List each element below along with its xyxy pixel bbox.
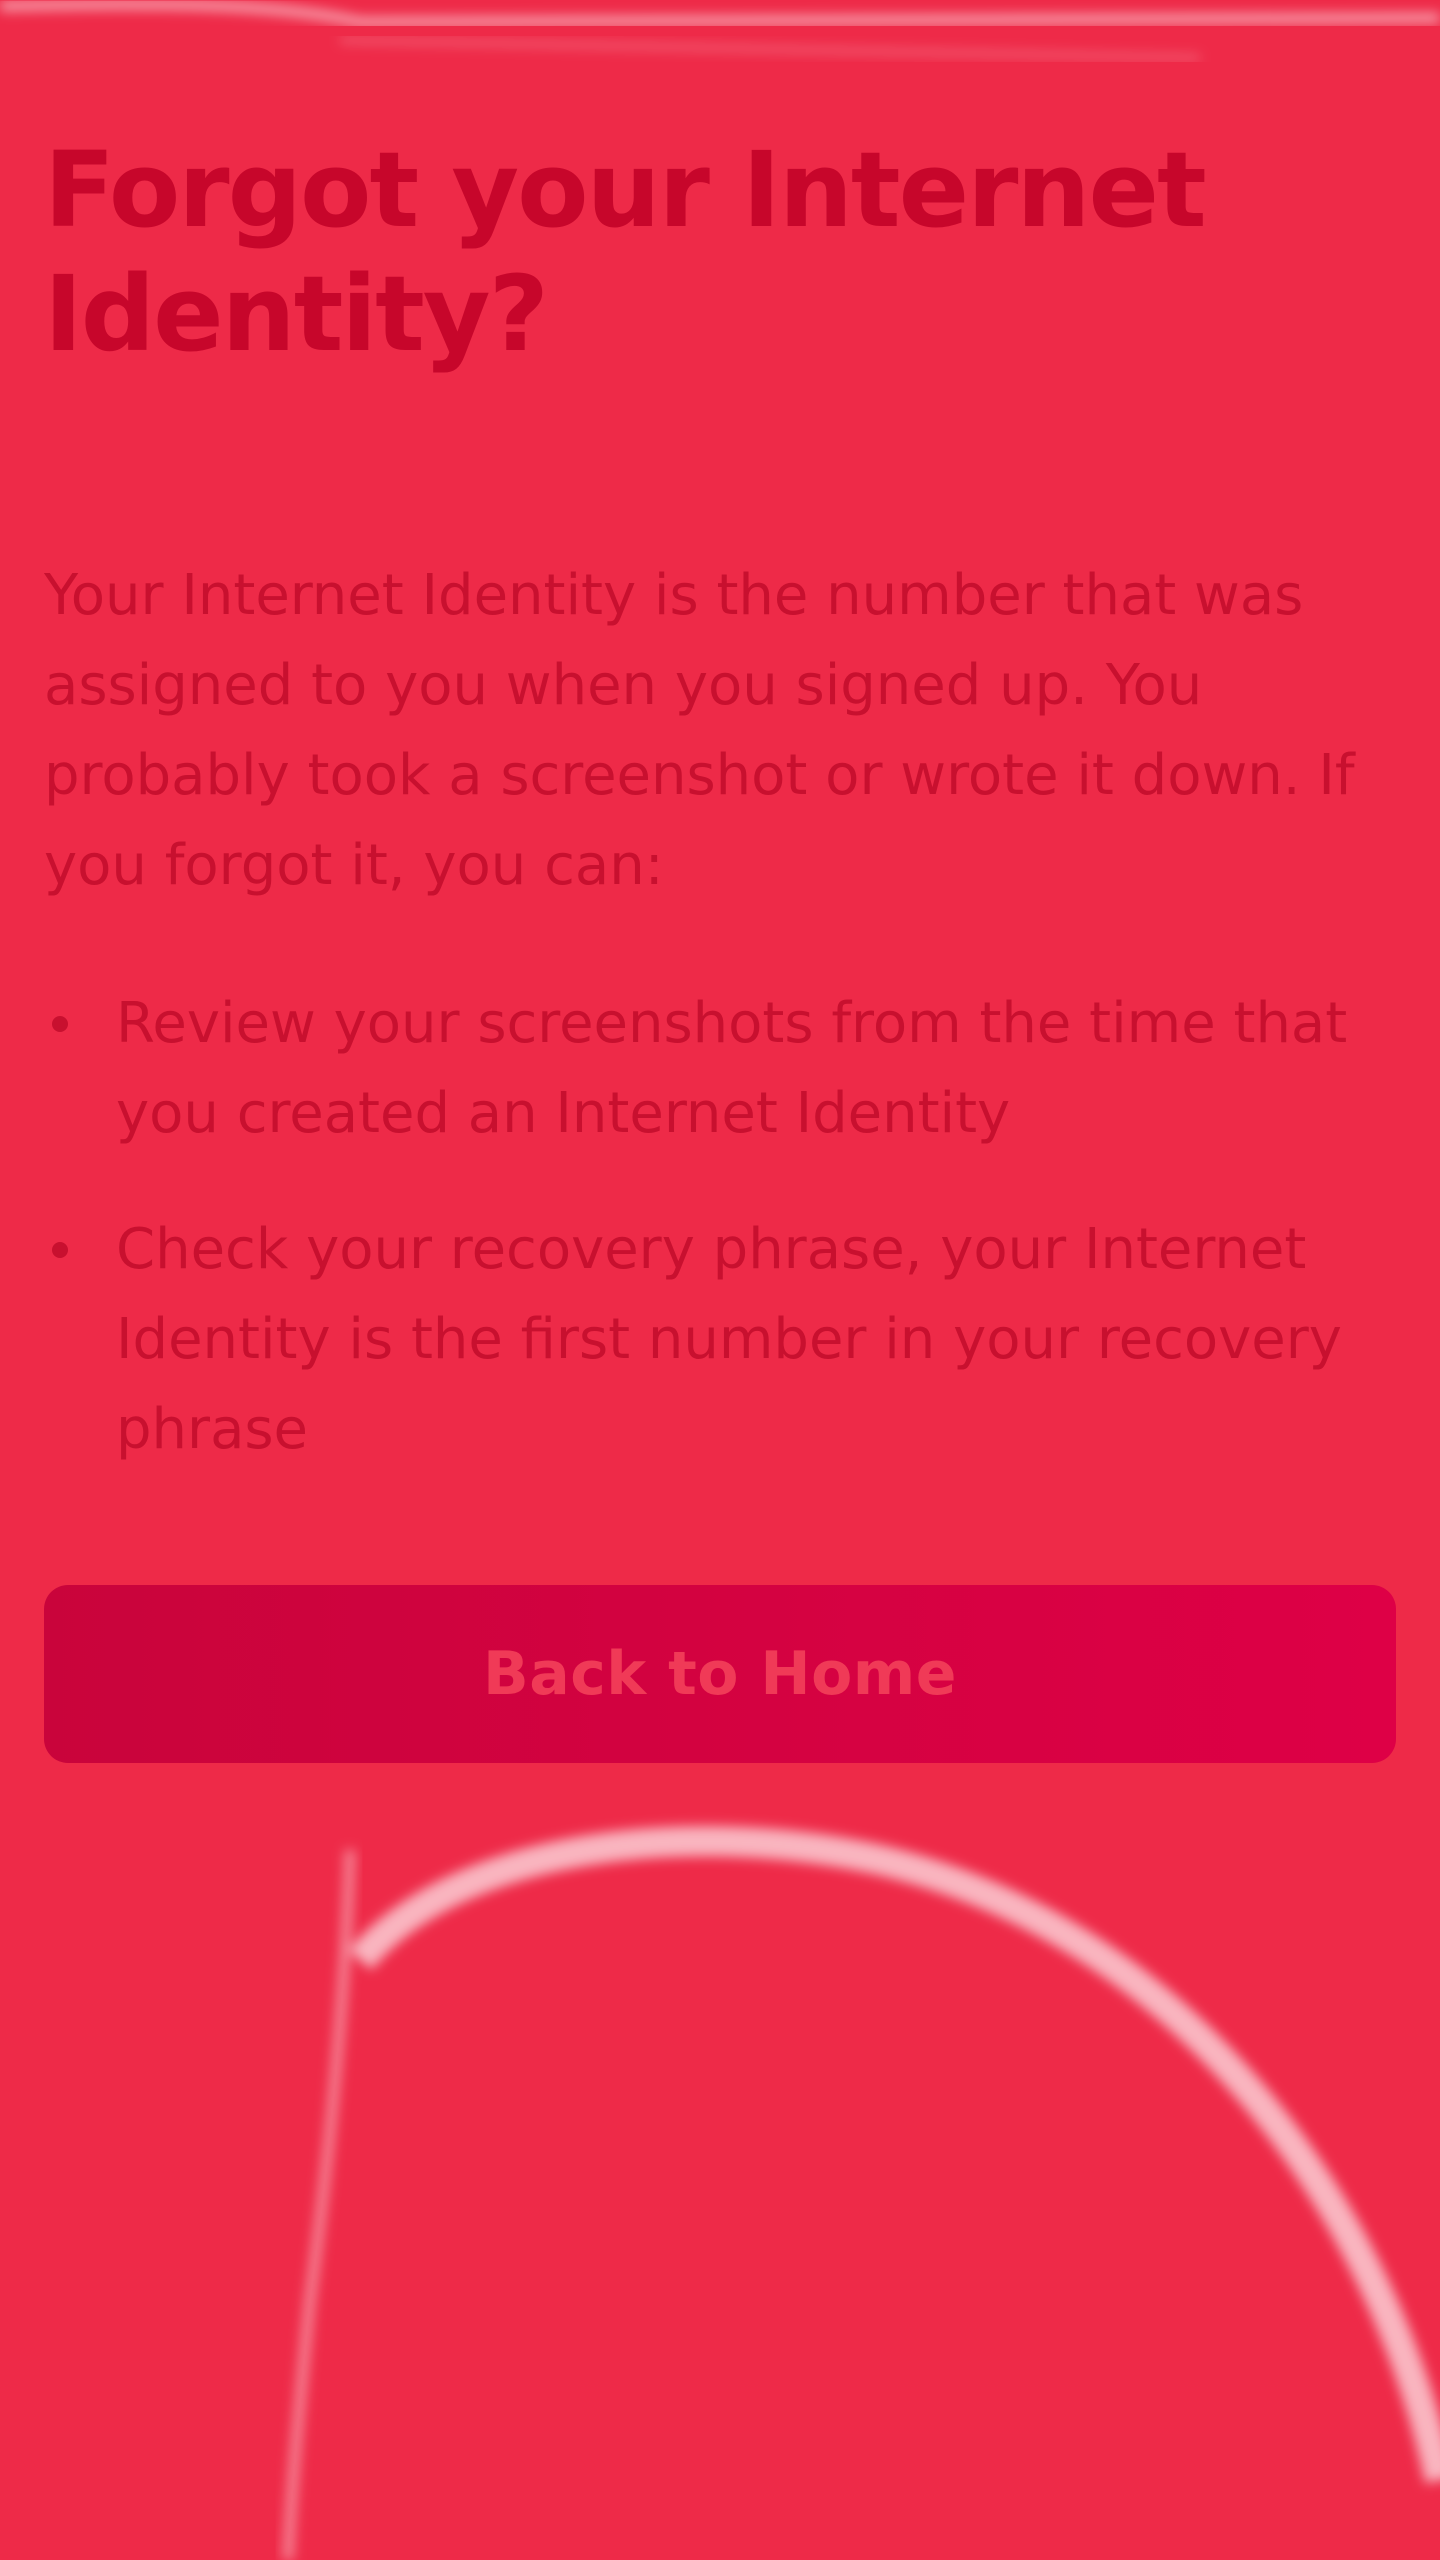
page-title: Forgot your Internet Identity? xyxy=(44,129,1207,375)
list-item: Check your recovery phrase, your Interne… xyxy=(44,1205,1406,1475)
list-item-text: Review your screenshots from the time th… xyxy=(116,991,1348,1146)
bullet-icon xyxy=(52,1016,68,1032)
list-item-text: Check your recovery phrase, your Interne… xyxy=(116,1217,1342,1462)
back-to-home-label: Back to Home xyxy=(482,1639,958,1709)
list-item: Review your screenshots from the time th… xyxy=(44,979,1406,1159)
main-content: Forgot your Internet Identity? Your Inte… xyxy=(0,0,1440,1763)
intro-text: Your Internet Identity is the number tha… xyxy=(44,563,1355,898)
options-list: Review your screenshots from the time th… xyxy=(44,979,1396,1475)
bullet-icon xyxy=(52,1242,68,1258)
back-to-home-button[interactable]: Back to Home xyxy=(44,1585,1396,1763)
